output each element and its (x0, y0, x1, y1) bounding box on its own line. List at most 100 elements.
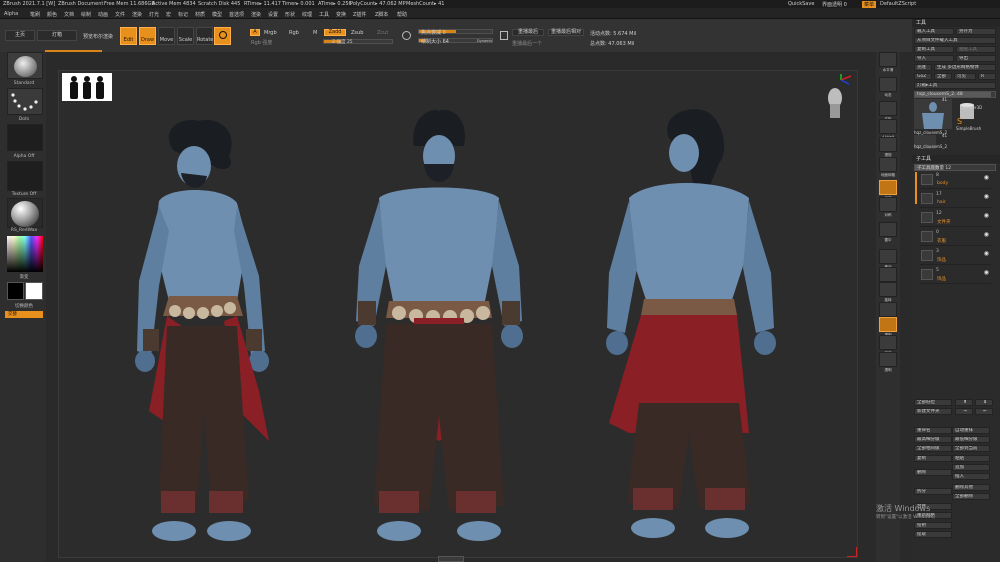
alternate-button[interactable]: 交替 (5, 311, 43, 318)
quicksave-button[interactable]: QuickSave (788, 1, 814, 7)
edit-button[interactable]: Edit (120, 27, 137, 45)
all-to-same-button[interactable]: 全部相同级 (914, 445, 952, 452)
menu-item[interactable]: 文档 (64, 11, 74, 18)
split-button[interactable]: 拆分 (914, 488, 952, 495)
move-button[interactable]: Move (158, 27, 175, 45)
subtool-row[interactable]: 17 hair ◉ (919, 191, 991, 208)
secondary-color-swatch[interactable] (25, 282, 43, 300)
preview-boolean-render[interactable]: 预览布尔渲染 (83, 33, 113, 40)
menu-item[interactable]: 材质 (195, 11, 205, 18)
menu-item[interactable]: 工具 (319, 11, 329, 18)
menu-item[interactable]: 模型 (212, 11, 222, 18)
zadd-toggle[interactable]: Zadd (324, 29, 346, 36)
append-button[interactable]: 追加 (952, 464, 990, 471)
view-tool-button[interactable] (879, 317, 897, 332)
menu-item[interactable]: 形状 (285, 11, 295, 18)
make-polymesh-button[interactable]: 生成 多边形网格物体 (934, 64, 996, 71)
home-button[interactable]: 主页 (5, 30, 35, 41)
menu-item[interactable]: 动画 (98, 11, 108, 18)
eye-visibility-icon[interactable]: ◉ (984, 231, 989, 238)
lightbox-tool-button[interactable]: 灯箱▸工具 (914, 82, 996, 89)
navigation-head-gizmo[interactable] (821, 74, 853, 120)
mrgb-toggle[interactable]: Mrgb (264, 30, 277, 36)
rgb-toggle[interactable]: Rgb (289, 30, 299, 36)
tool-thumb-body[interactable] (914, 99, 952, 129)
switch-color-button[interactable]: 切换颜色 (3, 303, 45, 309)
load-from-project-button[interactable]: 从项目文件载入工具 (914, 37, 996, 44)
move-down-button[interactable]: ⬇ (975, 399, 993, 406)
eye-visibility-icon[interactable]: ◉ (984, 174, 989, 181)
view-tool-button[interactable] (879, 180, 897, 195)
goz-visible-button[interactable]: 可见 (954, 73, 976, 80)
subtool-row[interactable]: 5 饰品 ◉ (919, 267, 991, 284)
view-tool-button[interactable] (879, 77, 897, 92)
extract-button[interactable]: 提取 (914, 531, 952, 538)
rename-button[interactable]: 重命名 (914, 427, 952, 434)
all-to-top-button[interactable]: 最高细分级 (914, 436, 952, 443)
export-button[interactable]: 导出 (956, 55, 996, 62)
subtool-row[interactable]: 0 衣服 ◉ (919, 229, 991, 246)
arrow-left-button[interactable]: ← (975, 408, 993, 415)
subtool-row[interactable]: 3 饰品 ◉ (919, 248, 991, 265)
brush-thumbnail[interactable] (7, 52, 43, 79)
menu-item[interactable]: 文件 (115, 11, 125, 18)
menu-item[interactable]: 绘制 (81, 11, 91, 18)
a-toggle[interactable]: A (250, 29, 260, 36)
insert-button[interactable]: 插入 (952, 473, 990, 480)
main-color-swatch[interactable] (7, 282, 24, 300)
all-to-low-button[interactable]: 最低细分级 (952, 436, 990, 443)
draw-button[interactable]: Draw (139, 27, 156, 45)
auto-reorder-button[interactable]: 自动重排 (952, 427, 990, 434)
all-to-current-button[interactable]: 全部到当前 (952, 445, 990, 452)
new-folder-button[interactable]: 新建文件夹 (914, 408, 952, 415)
arrow-right-button[interactable]: → (955, 408, 973, 415)
texture-thumbnail[interactable] (7, 161, 43, 191)
brush-mode-icon[interactable] (214, 27, 231, 45)
replay-last-rel-button[interactable]: 重播最后相对 (548, 29, 584, 36)
rotate-button[interactable]: Rotate (196, 27, 213, 45)
menu-item[interactable]: 首选项 (229, 11, 244, 18)
menu-item[interactable]: 设置 (268, 11, 278, 18)
bottom-tray-handle[interactable] (438, 556, 464, 562)
menu-item[interactable]: 标记 (178, 11, 188, 18)
delete-button[interactable]: 删除 (914, 469, 952, 476)
document-canvas[interactable] (58, 70, 858, 558)
view-tool-button[interactable] (879, 101, 897, 116)
lightbox-button[interactable]: 灯箱 (37, 30, 77, 41)
menu-item[interactable]: 渲染 (132, 11, 142, 18)
view-tool-button[interactable] (879, 137, 897, 152)
view-tool-button[interactable] (879, 119, 897, 134)
paste-button[interactable]: 粘贴 (952, 455, 990, 462)
subtool-row[interactable]: 12 文件夹 ◉ (919, 210, 991, 227)
menu-item[interactable]: 宏 (166, 11, 171, 18)
save-as-button[interactable]: 另存为 (956, 28, 996, 35)
delete-other-button[interactable]: 删除其他 (952, 484, 990, 491)
draw-size-slider[interactable]: 绘制大小 64 Dynamic (418, 38, 493, 45)
menu-item[interactable]: 灯光 (149, 11, 159, 18)
view-tool-button[interactable] (879, 52, 897, 67)
goz-r-button[interactable]: R (978, 73, 996, 80)
interface-transparency[interactable]: 界面透明 0 (822, 1, 847, 8)
zcut-toggle[interactable]: Zcut (377, 30, 388, 36)
view-tool-button[interactable] (879, 302, 897, 317)
m-toggle[interactable]: M (313, 30, 317, 36)
move-up-button[interactable]: ⬆ (955, 399, 973, 406)
view-tool-button[interactable] (879, 352, 897, 367)
menu-item[interactable]: Z插件 (353, 11, 366, 18)
color-picker[interactable] (7, 236, 43, 272)
delete-all-button[interactable]: 全部删除 (952, 493, 990, 500)
goz-button[interactable]: GoZ (914, 73, 932, 80)
menu-item[interactable]: 渲染 (251, 11, 261, 18)
paste-tool-button[interactable]: 粘贴工具 (956, 46, 996, 53)
all-low-button[interactable]: 全部低位 (914, 399, 952, 406)
eye-visibility-icon[interactable]: ◉ (984, 250, 989, 257)
clone-button[interactable]: 克隆 (914, 64, 932, 71)
view-tool-button[interactable] (879, 157, 897, 172)
project-button[interactable]: 投射 (914, 522, 952, 529)
rgb-intensity[interactable]: Rgb 强度 (251, 39, 272, 46)
menu-item[interactable]: Alpha (4, 11, 18, 17)
load-tool-button[interactable]: 载入工具 (914, 28, 954, 35)
material-thumbnail[interactable] (7, 198, 43, 228)
subtool-scroll-indicator[interactable] (915, 172, 917, 204)
subtool-count-slider[interactable]: 子工具底数量 12 (914, 164, 996, 171)
